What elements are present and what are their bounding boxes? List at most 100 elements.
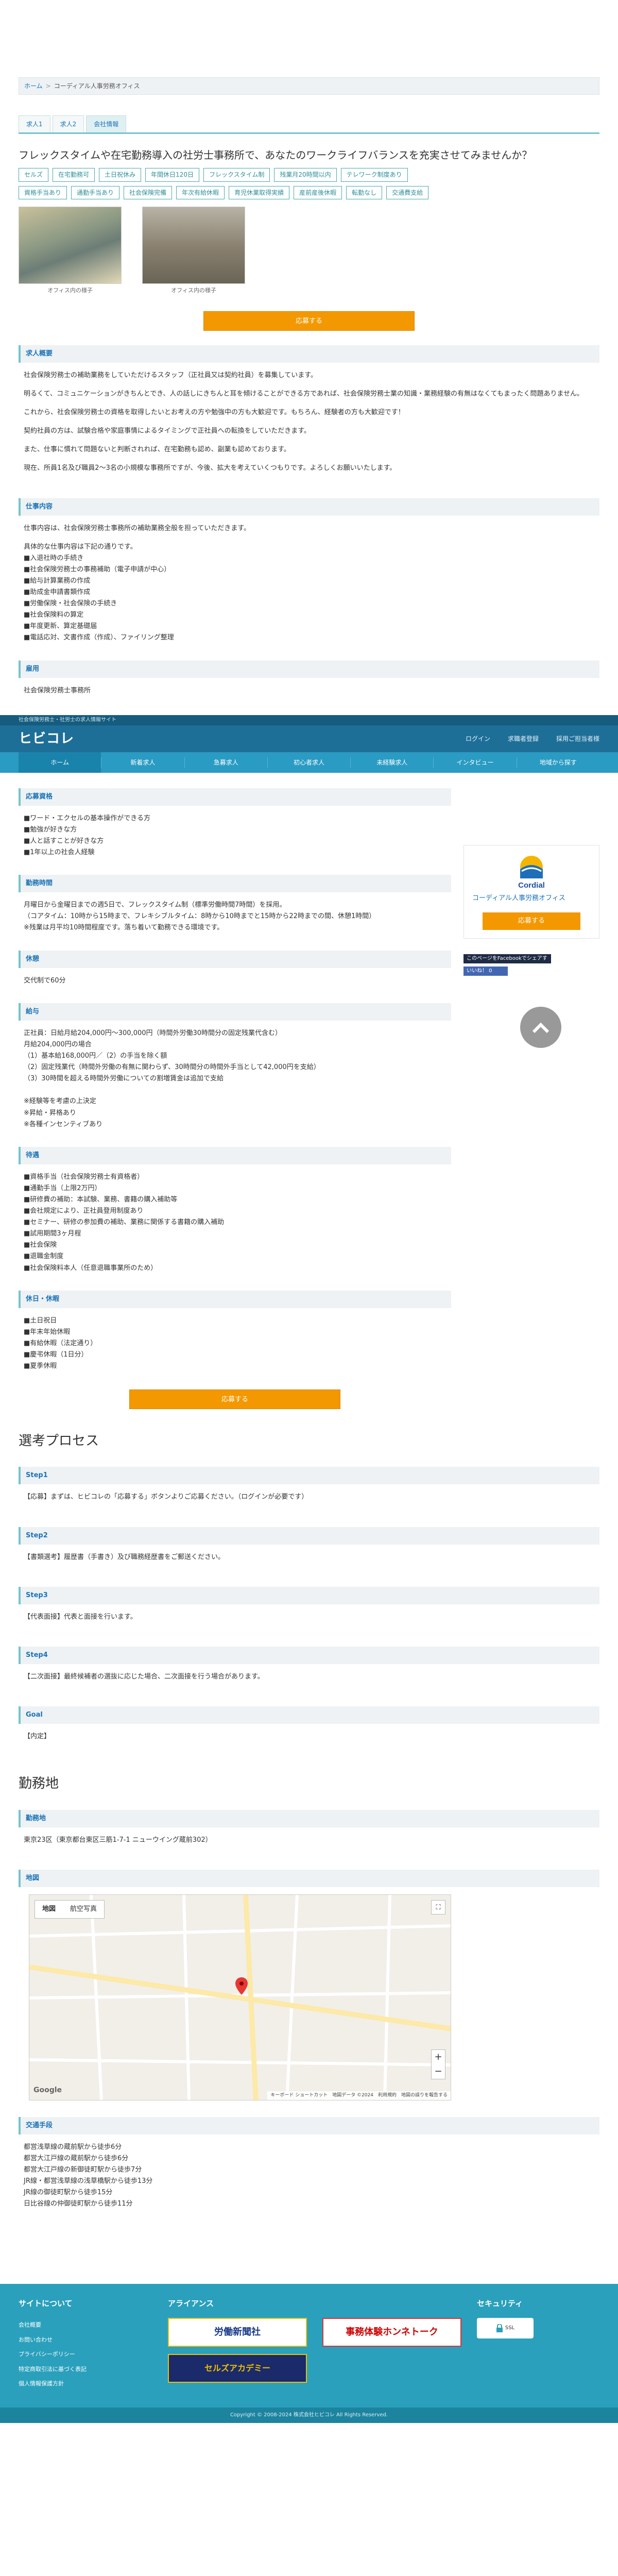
location-heading: 勤務地	[19, 1776, 59, 1792]
site-logo[interactable]: ヒビコレ	[19, 727, 74, 750]
job-tag: セルズ	[19, 168, 49, 182]
hours-body: 月曜日から金曜日までの週5日で、フレックスタイム制（標準労働時間7時間）を採用。…	[19, 892, 451, 936]
work-body: 仕事内容は、社会保険労務士事務所の補助業務全般を担っていただきます。 具体的な仕…	[19, 516, 599, 646]
apply-button-lower[interactable]: 応募する	[129, 1389, 340, 1410]
map-body: 地図 航空写真 ⛶ + − Google キーボード ショートカット 地図データ…	[19, 1887, 599, 2103]
footer-link[interactable]: お問い合わせ	[19, 2333, 168, 2348]
zoom-out-icon[interactable]: −	[432, 2064, 445, 2079]
step-text: 【書類選考】履歴書（手書き）及び職務経歴書をご郵送ください。	[24, 1553, 225, 1561]
job-tag: 土日祝休み	[99, 168, 142, 182]
holiday-line: ■年末年始休暇	[24, 1328, 71, 1336]
alliance-banner[interactable]: セルズアカデミー	[168, 2353, 307, 2383]
main-column: 応募資格 ■ワード・エクセルの基本操作ができる方 ■勉強が好きな方 ■人と話すこ…	[19, 788, 451, 1410]
step-body: 【応募】まずは、ヒビコレの「応募する」ボタンよりご応募ください。（ログインが必要…	[19, 1484, 599, 1512]
main-nav: ホーム 新着求人 急募求人 初心者求人 未経験求人 インタビュー 地域から探す	[0, 752, 618, 773]
overview-paragraph: また、仕事に慣れて問題ないと判断されれば、在宅勤務も認め、副業も認めております。	[24, 446, 290, 454]
nav-beginner-jobs[interactable]: 初心者求人	[267, 757, 350, 768]
benefit-line: ■社会保険	[24, 1241, 57, 1249]
work-intro-2: 具体的な仕事内容は下記の通りです。	[24, 543, 137, 551]
map-type-toggle: 地図 航空写真	[35, 1900, 105, 1919]
footer-security-heading: セキュリティ	[477, 2299, 523, 2309]
content-columns: 応募資格 ■ワード・エクセルの基本操作ができる方 ■勉強が好きな方 ■人と話すこ…	[19, 788, 599, 1410]
holiday-line: ■土日祝日	[24, 1316, 57, 1325]
register-link[interactable]: 求職者登録	[508, 734, 539, 744]
alliance-banner[interactable]: 事務体験ホンネトーク	[322, 2317, 461, 2347]
job-tag: 産前産後休暇	[294, 185, 342, 200]
alliance-banner[interactable]: 労働新聞社	[168, 2317, 307, 2347]
job-header: フレックスタイムや在宅勤務導入の社労士事務所で、あなたのワークライフバランスを充…	[19, 147, 599, 331]
ssl-badge[interactable]: SSL	[477, 2317, 534, 2338]
nav-urgent-jobs[interactable]: 急募求人	[184, 757, 267, 768]
chevron-up-icon	[532, 1022, 550, 1033]
nav-new-jobs[interactable]: 新着求人	[101, 757, 184, 768]
requirements-heading: 応募資格	[19, 788, 451, 806]
cordial-logo-icon[interactable]: Cordial	[503, 854, 560, 890]
tab-job2[interactable]: 求人2	[52, 115, 84, 133]
holiday-line: ■有給休暇（法定通り）	[24, 1339, 97, 1347]
footer-link[interactable]: 個人情報保護方針	[19, 2377, 168, 2392]
footer-link[interactable]: 特定商取引法に基づく表記	[19, 2362, 168, 2377]
map-type-map[interactable]: 地図	[35, 1901, 63, 1918]
footer-security: セキュリティ SSL	[477, 2297, 595, 2391]
hours-line: 月曜日から金曜日までの週5日で、フレックスタイム制（標準労働時間7時間）を採用。	[24, 901, 286, 909]
overview-paragraph: これから、社会保険労務士の資格を取得したいとお考えの方や勉強中の方も大歓迎です。…	[24, 409, 405, 417]
footer-link[interactable]: 会社概要	[19, 2318, 168, 2333]
step-label: Step2	[19, 1527, 599, 1545]
employer-link[interactable]: 採用ご担当者様	[556, 734, 599, 744]
map-attribution[interactable]: キーボード ショートカット 地図データ ©2024 利用規約 地図の誤りを報告す…	[267, 2091, 451, 2100]
office-photo-1[interactable]: オフィス内の様子	[19, 207, 122, 296]
breadcrumb: ホーム > コーディアル人事労務オフィス	[19, 77, 599, 95]
facebook-share-button[interactable]: このページをFacebookでシェアする	[464, 954, 551, 971]
alliance-banners: 労働新聞社 事務体験ホンネトーク セルズアカデミー	[168, 2317, 477, 2383]
salary-line: 月給204,000円の場合	[24, 1040, 92, 1048]
header-links: ログイン 求職者登録 採用ご担当者様	[466, 734, 599, 744]
zoom-in-icon[interactable]: +	[432, 2050, 445, 2064]
tab-job1[interactable]: 求人1	[19, 115, 50, 133]
employer-body: 社会保険労務士事務所	[19, 678, 599, 706]
company-name[interactable]: コーディアル人事労務オフィス	[472, 893, 591, 904]
footer-link[interactable]: プライバシーポリシー	[19, 2347, 168, 2362]
work-line: ■入退社時の手続き	[24, 554, 84, 562]
step-body: 【二次面接】最終候補者の選抜に応じた場合、二次面接を行う場合があります。	[19, 1664, 599, 1692]
job-tag: 転勤なし	[346, 185, 383, 200]
footer-columns: サイトについて 会社概要 お問い合わせ プライバシーポリシー 特定商取引法に基づ…	[19, 2297, 599, 2391]
facebook-like-button[interactable]: いいね！ 0	[464, 966, 508, 976]
photo-caption: オフィス内の様子	[171, 287, 216, 294]
google-logo: Google	[33, 2086, 62, 2094]
sidebar-apply-button[interactable]: 応募する	[483, 912, 580, 930]
hours-heading: 勤務時間	[19, 875, 451, 893]
map-pin-icon[interactable]	[235, 1977, 248, 1995]
salary-line: 正社員：日給月給204,000円〜300,000円（時間外労働30時間分の固定残…	[24, 1029, 282, 1037]
requirement-line: ■勉強が好きな方	[24, 825, 77, 834]
google-map[interactable]: 地図 航空写真 ⛶ + − Google キーボード ショートカット 地図データ…	[29, 1894, 451, 2100]
breadcrumb-current: コーディアル人事労務オフィス	[54, 82, 140, 90]
job-tag: 育児休業取得実績	[229, 185, 290, 200]
benefit-line: ■退職金制度	[24, 1252, 64, 1261]
address-text: 東京23区（東京都台東区三筋1-7-1 ニューウイング蔵前302）	[24, 1836, 212, 1844]
nav-interview[interactable]: インタビュー	[433, 757, 516, 768]
job-tabs: 求人1 求人2 会社情報	[19, 115, 599, 134]
holiday-line: ■夏季休暇	[24, 1362, 57, 1370]
requirement-line: ■ワード・エクセルの基本操作ができる方	[24, 814, 151, 822]
scroll-to-top-button[interactable]	[520, 1006, 561, 1048]
breadcrumb-home-link[interactable]: ホーム	[24, 81, 43, 91]
nav-inexperienced-jobs[interactable]: 未経験求人	[350, 757, 433, 768]
fullscreen-icon[interactable]: ⛶	[431, 1900, 445, 1914]
map-type-satellite[interactable]: 航空写真	[63, 1901, 104, 1918]
tab-company[interactable]: 会社情報	[86, 115, 127, 133]
benefit-line: ■社会保険料本人（任意退職事業所のため）	[24, 1264, 158, 1272]
office-photo-image	[19, 207, 122, 284]
holidays-body: ■土日祝日 ■年末年始休暇 ■有給休暇（法定通り） ■慶弔休暇（1日分） ■夏季…	[19, 1308, 451, 1374]
site-header: 社会保険労務士・社労士の求人情報サイト ヒビコレ ログイン 求職者登録 採用ご担…	[0, 715, 618, 773]
transit-body: 都営浅草線の蔵前駅から徒歩6分 都営大江戸線の蔵前駅から徒歩6分 都営大江戸線の…	[19, 2134, 599, 2212]
apply-button[interactable]: 応募する	[203, 311, 415, 331]
footer-alliance: アライアンス 労働新聞社 事務体験ホンネトーク セルズアカデミー	[168, 2297, 477, 2391]
nav-home[interactable]: ホーム	[19, 752, 101, 773]
work-heading: 仕事内容	[19, 498, 599, 516]
office-photo-2[interactable]: オフィス内の様子	[142, 207, 245, 296]
job-tags: セルズ 在宅勤務可 土日祝休み 年間休日120日 フレックスタイム制 残業月20…	[19, 168, 446, 200]
salary-body: 正社員：日給月給204,000円〜300,000円（時間外労働30時間分の固定残…	[19, 1021, 451, 1132]
nav-area-search[interactable]: 地域から探す	[516, 757, 599, 768]
login-link[interactable]: ログイン	[466, 734, 490, 744]
work-line: ■年度更新、算定基礎届	[24, 622, 97, 631]
